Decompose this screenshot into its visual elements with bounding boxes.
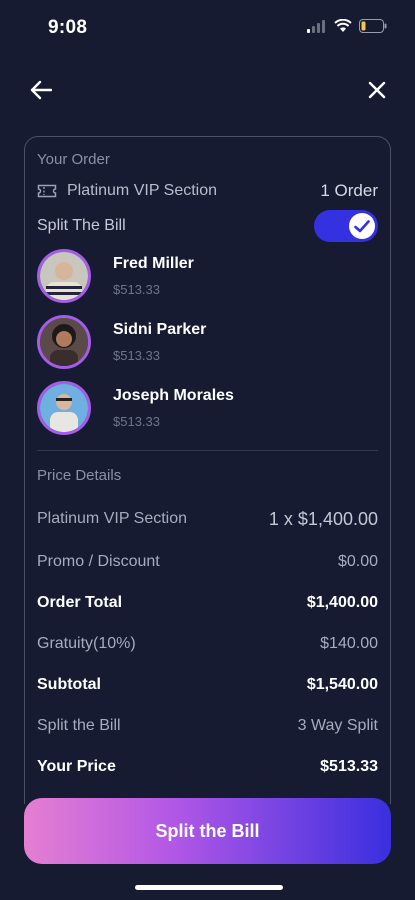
home-indicator: [135, 885, 283, 890]
price-label: Order Total: [37, 594, 123, 611]
close-icon: [368, 81, 386, 99]
person-row: Sidni Parker $513.33: [37, 312, 206, 372]
price-row: Gratuity(10%) $140.00: [37, 632, 378, 656]
price-row: Promo / Discount $0.00: [37, 550, 378, 574]
your-order-title: Your Order: [37, 151, 110, 168]
ticket-icon: [37, 184, 57, 198]
battery-icon: [359, 19, 387, 33]
close-button[interactable]: [361, 74, 393, 106]
price-row: Your Price $513.33: [37, 755, 378, 779]
split-the-bill-button[interactable]: Split the Bill: [24, 798, 391, 864]
avatar: [37, 249, 91, 303]
status-icons: [307, 19, 387, 33]
back-button[interactable]: [25, 74, 57, 106]
status-bar: 9:08: [0, 0, 415, 56]
person-amount: $513.33: [113, 282, 160, 297]
price-value: $1,540.00: [306, 676, 378, 693]
person-amount: $513.33: [113, 414, 160, 429]
price-label: Gratuity(10%): [37, 635, 136, 652]
price-row: Platinum VIP Section 1 x $1,400.00: [37, 507, 378, 531]
avatar: [37, 315, 91, 369]
divider: [37, 450, 378, 451]
price-value: $513.33: [320, 758, 378, 775]
price-value: $140.00: [320, 635, 378, 652]
price-label: Promo / Discount: [37, 553, 160, 570]
toggle-knob: [349, 213, 375, 239]
price-row: Split the Bill 3 Way Split: [37, 714, 378, 738]
price-label: Your Price: [37, 758, 116, 775]
person-row: Fred Miller $513.33: [37, 246, 194, 306]
price-label: Split the Bill: [37, 717, 121, 734]
person-name: Sidni Parker: [113, 321, 207, 338]
person-amount: $513.33: [113, 348, 160, 363]
split-bill-toggle[interactable]: [314, 210, 378, 242]
split-bill-row: Split The Bill: [37, 209, 378, 243]
price-value: 1 x $1,400.00: [268, 508, 378, 529]
price-value: $0.00: [337, 553, 378, 570]
arrow-left-icon: [30, 80, 52, 100]
order-count: 1 Order: [320, 181, 378, 200]
price-details-title: Price Details: [37, 467, 122, 484]
checkmark-icon: [354, 219, 370, 232]
order-item-row: Platinum VIP Section 1 Order: [37, 179, 378, 203]
status-time: 9:08: [48, 17, 88, 38]
wifi-icon: [334, 19, 352, 32]
split-bill-label: Split The Bill: [37, 217, 126, 234]
person-row: Joseph Morales $513.33: [37, 378, 234, 438]
order-card: Your Order Platinum VIP Section 1 Order …: [24, 136, 391, 804]
avatar: [37, 381, 91, 435]
price-row: Subtotal $1,540.00: [37, 673, 378, 697]
price-value: 3 Way Split: [297, 717, 378, 734]
person-name: Joseph Morales: [113, 387, 234, 404]
person-name: Fred Miller: [113, 255, 194, 272]
price-row: Order Total $1,400.00: [37, 591, 378, 615]
order-item-name: Platinum VIP Section: [67, 182, 218, 199]
signal-icon: [307, 19, 325, 33]
price-value: $1,400.00: [306, 594, 378, 611]
price-label: Subtotal: [37, 676, 101, 693]
price-label: Platinum VIP Section: [37, 510, 188, 527]
